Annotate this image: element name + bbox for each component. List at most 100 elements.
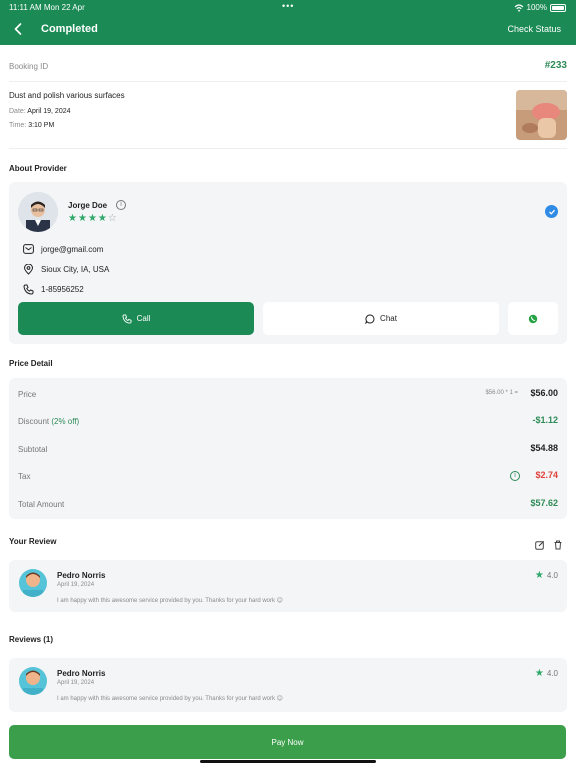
verified-icon <box>545 205 558 218</box>
booking-id-label: Booking ID <box>9 62 49 71</box>
price-card: Price $56.00 * 1 = $56.00 Discount (2% o… <box>9 378 567 519</box>
chevron-left-icon <box>14 23 22 35</box>
provider-avatar <box>18 192 58 232</box>
status-right: 100% <box>514 3 566 12</box>
booking-id-row: Booking ID #233 <box>9 60 567 74</box>
discount-row: Discount (2% off) -$1.12 <box>18 415 558 427</box>
total-row: Total Amount $57.62 <box>18 498 558 510</box>
edit-review-button[interactable] <box>535 537 545 555</box>
your-review-card: Pedro Norris April 19, 2024 ★ 4.0 I am h… <box>9 560 567 612</box>
your-review-heading: Your Review <box>9 537 57 546</box>
provider-rating: ★ ★ ★ ★ ☆ <box>68 213 117 224</box>
star-icon: ★ <box>77 213 87 224</box>
total-value: $57.62 <box>530 498 558 508</box>
page-title: Completed <box>41 23 98 35</box>
subtotal-value: $54.88 <box>530 443 558 453</box>
home-indicator[interactable] <box>200 760 376 763</box>
star-icon: ☆ <box>107 213 117 224</box>
provider-phone-row[interactable]: 1-85956252 <box>23 284 84 295</box>
provider-location-row[interactable]: Sioux City, IA, USA <box>23 264 109 275</box>
star-icon: ★ <box>87 213 97 224</box>
delete-review-button[interactable] <box>553 537 563 555</box>
provider-card: Jorge Doe i ★ ★ ★ ★ ☆ jorge@gmail.com Sioux … <box>9 182 567 344</box>
provider-location: Sioux City, IA, USA <box>41 265 110 274</box>
app-header: 11:11 AM Mon 22 Apr ••• 100% Completed C… <box>0 0 576 45</box>
edit-icon <box>535 540 545 550</box>
service-image <box>516 90 567 140</box>
service-time: Time: 3:10 PM <box>9 122 54 129</box>
discount-value: -$1.12 <box>532 415 558 425</box>
star-icon: ★ <box>97 213 107 224</box>
service-summary: Dust and polish various surfaces Date: A… <box>9 90 567 142</box>
subtotal-row: Subtotal $54.88 <box>18 443 558 455</box>
star-icon: ★ <box>534 570 544 581</box>
provider-email: jorge@gmail.com <box>41 244 104 254</box>
call-label: Call <box>136 314 151 323</box>
tax-info-icon[interactable]: i <box>510 471 520 481</box>
price-detail-heading: Price Detail <box>9 359 53 368</box>
service-date: Date: April 19, 2024 <box>9 108 71 115</box>
pay-now-label: Pay Now <box>271 737 304 747</box>
price-row: Price $56.00 * 1 = $56.00 <box>18 388 558 400</box>
review-rating-value: 4.0 <box>546 571 558 580</box>
battery-icon <box>550 3 566 12</box>
provider-name: Jorge Doe <box>68 201 108 210</box>
time-value: 3:10 PM <box>28 122 55 129</box>
reviewer-name: Pedro Norris <box>57 669 106 678</box>
review-card: Pedro Norris April 19, 2024 ★ 4.0 I am h… <box>9 658 567 712</box>
email-icon <box>23 244 34 254</box>
whatsapp-button[interactable] <box>508 302 558 335</box>
multitask-dots[interactable]: ••• <box>282 1 294 11</box>
phone-icon <box>122 313 132 324</box>
subtotal-label: Subtotal <box>18 445 48 454</box>
info-icon[interactable]: i <box>116 200 126 210</box>
call-button[interactable]: Call <box>18 302 254 335</box>
star-icon: ★ <box>534 668 544 679</box>
tax-value: $2.74 <box>535 470 558 480</box>
nav-bar: Completed Check Status <box>0 17 576 41</box>
review-text: I am happy with this awesome service pro… <box>57 696 283 702</box>
provider-email-row[interactable]: jorge@gmail.com <box>23 244 103 254</box>
reviewer-avatar <box>19 667 47 695</box>
total-label: Total Amount <box>18 500 65 509</box>
location-pin-icon <box>23 264 34 275</box>
discount-percent: (2% off) <box>51 417 80 426</box>
reviewer-avatar <box>19 569 47 597</box>
service-name: Dust and polish various surfaces <box>9 91 125 100</box>
review-text: I am happy with this awesome service pro… <box>57 598 283 604</box>
price-label: Price <box>18 390 37 399</box>
status-time: 11:11 AM Mon 22 Apr <box>9 3 85 12</box>
divider <box>9 81 567 82</box>
about-provider-heading: About Provider <box>9 164 67 173</box>
chat-button[interactable]: Chat <box>263 302 499 335</box>
discount-label: Discount <box>18 417 50 426</box>
price-calc: $56.00 * 1 = <box>485 390 518 396</box>
review-rating-value: 4.0 <box>546 669 558 678</box>
wifi-icon <box>514 3 523 12</box>
status-bar: 11:11 AM Mon 22 Apr ••• 100% <box>0 0 576 14</box>
price-value: $56.00 <box>530 388 558 398</box>
star-icon: ★ <box>68 213 77 224</box>
phone-icon <box>23 284 34 295</box>
reviewer-name: Pedro Norris <box>57 571 106 580</box>
battery-percent: 100% <box>526 3 547 12</box>
discount-text: Discount (2% off) <box>18 417 79 426</box>
check-status-button[interactable]: Check Status <box>507 24 561 34</box>
chat-label: Chat <box>380 314 397 323</box>
trash-icon <box>554 540 562 550</box>
review-rating: ★ 4.0 <box>535 570 558 581</box>
pay-now-button[interactable]: Pay Now <box>9 725 566 759</box>
chat-bubble-icon <box>365 313 375 324</box>
reviews-heading: Reviews (1) <box>9 635 54 644</box>
date-label: Date: <box>9 108 26 115</box>
tax-label: Tax <box>18 472 31 481</box>
divider <box>9 148 567 149</box>
time-label: Time: <box>9 122 27 129</box>
date-value: April 19, 2024 <box>27 108 71 115</box>
review-date: April 19, 2024 <box>57 680 95 686</box>
tax-row: Tax i $2.74 <box>18 470 558 482</box>
provider-phone: 1-85956252 <box>41 285 84 294</box>
whatsapp-icon <box>528 314 538 323</box>
back-button[interactable] <box>11 21 25 37</box>
review-rating: ★ 4.0 <box>535 668 558 679</box>
